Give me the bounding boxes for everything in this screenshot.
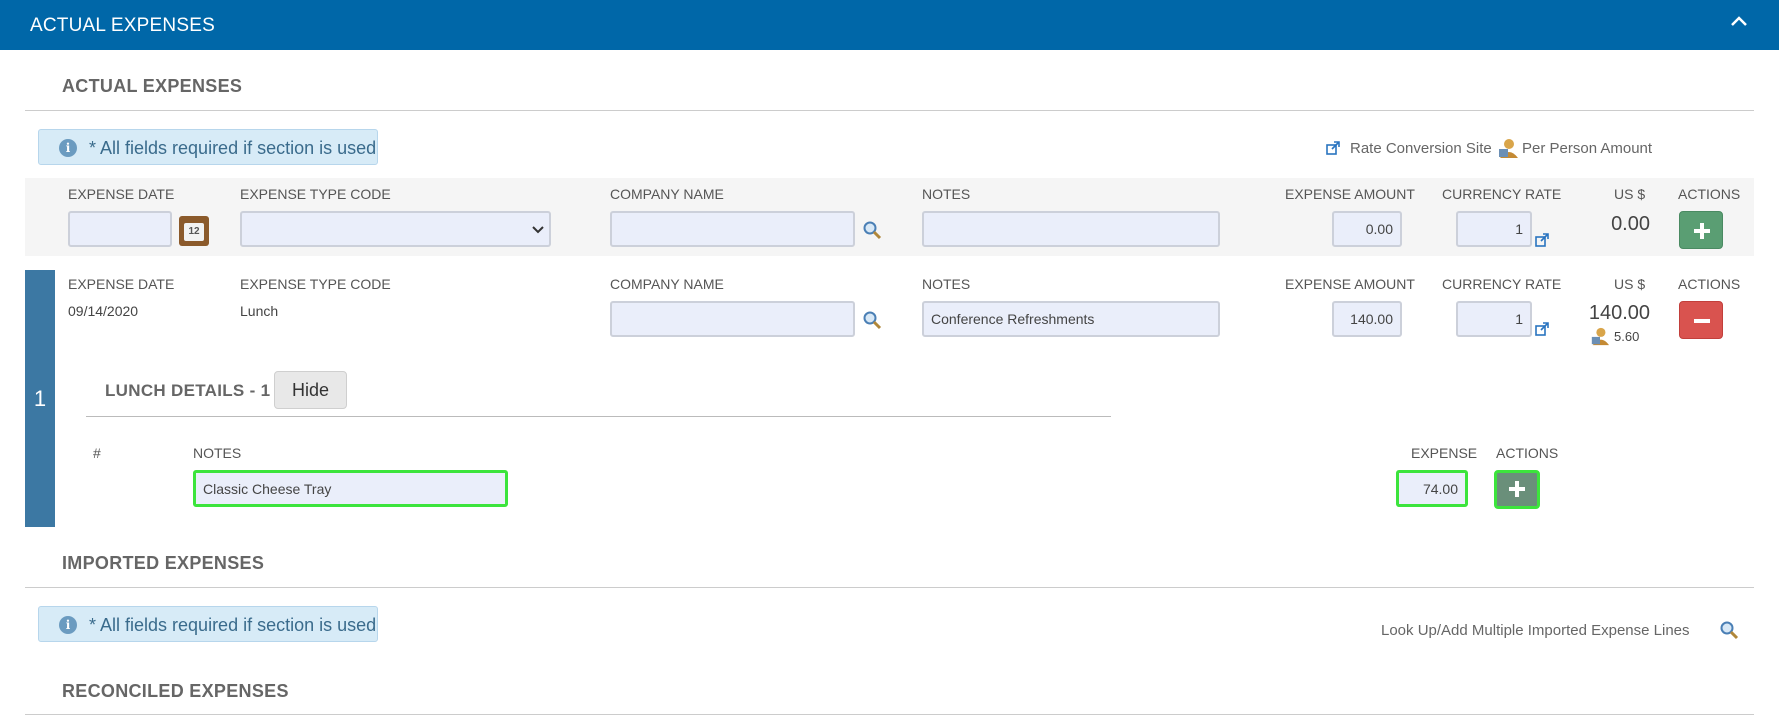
line-expense-type: Lunch: [240, 303, 279, 319]
panel-title: ACTUAL EXPENSES: [30, 15, 215, 36]
col-notes: NOTES: [922, 276, 971, 292]
required-info-box: i * All fields required if section is us…: [38, 606, 378, 642]
divider: [25, 110, 1754, 111]
col-expense-amount: EXPENSE AMOUNT: [1285, 276, 1415, 292]
calendar-icon[interactable]: 12: [179, 216, 209, 246]
new-expense-type-select[interactable]: [240, 211, 551, 247]
divider: [25, 587, 1754, 588]
col-company-name: COMPANY NAME: [610, 186, 724, 202]
section-title-reconciled: RECONCILED EXPENSES: [62, 681, 289, 701]
section-title-actual: ACTUAL EXPENSES: [62, 76, 243, 96]
per-person-icon[interactable]: [1497, 137, 1519, 159]
col-company-name: COMPANY NAME: [610, 276, 724, 292]
col-expense-amount: EXPENSE AMOUNT: [1285, 186, 1415, 202]
new-expense-date-input[interactable]: [68, 211, 172, 247]
panel-header[interactable]: ACTUAL EXPENSES: [0, 0, 1779, 50]
per-person-amount: 5.60: [1614, 329, 1640, 344]
remove-expense-button[interactable]: [1679, 301, 1723, 339]
per-person-icon: [1591, 327, 1610, 346]
detail-col-number: #: [93, 445, 101, 461]
line-expense-date: 09/14/2020: [68, 303, 139, 319]
line-currency-rate-input[interactable]: 1: [1456, 301, 1532, 337]
line-usd-value: 140.00: [1588, 302, 1650, 324]
divider: [86, 416, 1111, 417]
search-icon[interactable]: [862, 220, 882, 240]
search-icon[interactable]: [862, 310, 882, 330]
rate-conversion-link[interactable]: Rate Conversion Site: [1350, 140, 1492, 157]
detail-notes-input[interactable]: Classic Cheese Tray: [193, 470, 508, 507]
line-company-name-input[interactable]: [610, 301, 855, 337]
divider: [25, 714, 1754, 715]
col-usd: US $: [1614, 186, 1646, 202]
col-expense-date: EXPENSE DATE: [68, 186, 175, 202]
info-icon: i: [59, 139, 77, 157]
detail-col-expense: EXPENSE: [1411, 445, 1478, 461]
col-currency-rate: CURRENCY RATE: [1442, 186, 1562, 202]
add-expense-button[interactable]: [1679, 211, 1723, 249]
detail-expense-input[interactable]: 74.00: [1396, 470, 1468, 507]
required-info-box: i * All fields required if section is us…: [38, 129, 378, 165]
col-expense-date: EXPENSE DATE: [68, 276, 175, 292]
external-link-icon[interactable]: [1326, 141, 1340, 155]
line-number-band: 1: [25, 270, 55, 527]
info-icon: i: [59, 616, 77, 634]
detail-col-actions: ACTIONS: [1496, 445, 1559, 461]
col-expense-type: EXPENSE TYPE CODE: [240, 186, 391, 202]
new-notes-input[interactable]: [922, 211, 1220, 247]
detail-col-notes: NOTES: [193, 445, 242, 461]
add-detail-button[interactable]: [1494, 470, 1540, 509]
per-person-link[interactable]: Per Person Amount: [1522, 140, 1652, 157]
external-link-icon[interactable]: [1535, 322, 1549, 336]
external-link-icon[interactable]: [1535, 233, 1549, 247]
new-company-name-input[interactable]: [610, 211, 855, 247]
collapse-chevron-icon[interactable]: [1729, 12, 1749, 32]
info-text: * All fields required if section is used: [89, 138, 377, 158]
col-actions: ACTIONS: [1678, 276, 1741, 292]
section-title-imported: IMPORTED EXPENSES: [62, 553, 265, 573]
chevron-down-icon: [532, 226, 544, 234]
new-expense-amount-input[interactable]: 0.00: [1332, 211, 1402, 247]
lunch-details-title: LUNCH DETAILS - 1: [105, 381, 271, 400]
info-text: * All fields required if section is used: [89, 615, 377, 635]
col-currency-rate: CURRENCY RATE: [1442, 276, 1562, 292]
new-usd-value: 0.00: [1611, 213, 1650, 235]
search-icon[interactable]: [1719, 620, 1739, 640]
col-actions: ACTIONS: [1678, 186, 1741, 202]
col-expense-type: EXPENSE TYPE CODE: [240, 276, 391, 292]
col-notes: NOTES: [922, 186, 971, 202]
line-expense-amount-input[interactable]: 140.00: [1332, 301, 1402, 337]
new-currency-rate-input[interactable]: 1: [1456, 211, 1532, 247]
line-notes-input[interactable]: Conference Refreshments: [922, 301, 1220, 337]
hide-details-button[interactable]: Hide: [274, 371, 347, 409]
lookup-imported-link[interactable]: Look Up/Add Multiple Imported Expense Li…: [1381, 622, 1690, 639]
col-usd: US $: [1614, 276, 1646, 292]
